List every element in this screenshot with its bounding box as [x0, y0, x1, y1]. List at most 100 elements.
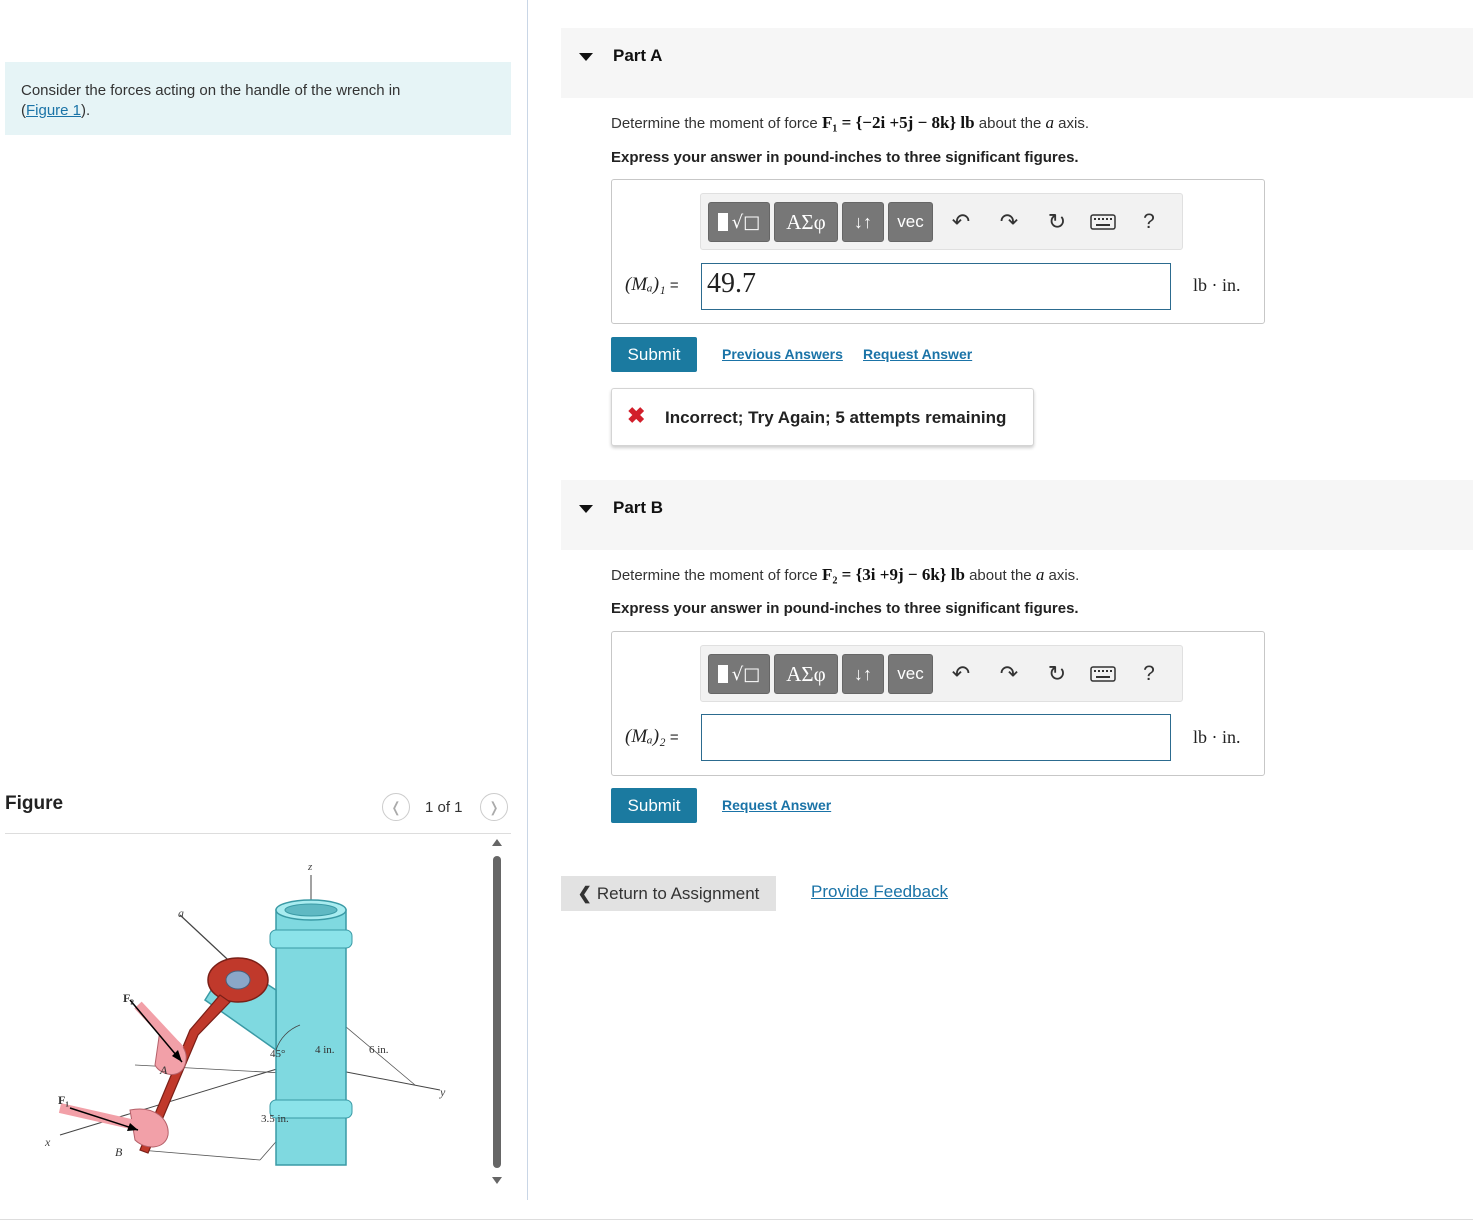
x-axis-label: x [44, 1135, 51, 1149]
part-a-answer-box: √□ ΑΣφ ↓↑ vec ↶ ↷ ↻ ? (Mₐ)₁ = 49.7 lb · … [611, 179, 1265, 324]
keyboard-icon[interactable] [1089, 660, 1117, 688]
part-b-unit: lb · in. [1193, 727, 1241, 747]
return-to-assignment-button[interactable]: ❮ Return to Assignment [561, 876, 776, 911]
arrows-button[interactable]: ↓↑ [842, 654, 884, 694]
vec-button[interactable]: vec [888, 654, 933, 694]
variable-symbol: (Mₐ)₁ [625, 274, 666, 295]
force-expression: F₂ = {3i +9j − 6k} lb [821, 565, 965, 584]
radical-icon: √□ [731, 211, 761, 233]
wrench-pipe-figure: z a F₂ F₁ A B x y 45° 4 in. 6 in. 3.5 in… [44, 861, 446, 1166]
scroll-down-arrow-icon[interactable] [492, 1177, 502, 1184]
provide-feedback-link[interactable]: Provide Feedback [811, 882, 948, 902]
part-b-question: Determine the moment of force F₂ = {3i +… [611, 565, 1079, 585]
dim-4in-label: 4 in. [315, 1044, 335, 1056]
part-a-title: Part A [613, 46, 663, 65]
undo-icon[interactable]: ↶ [947, 660, 975, 688]
math-toolbar: √□ ΑΣφ ↓↑ vec ↶ ↷ ↻ ? [700, 645, 1183, 702]
point-A-label: A [159, 1063, 168, 1077]
prev-figure-button[interactable]: ❬ [382, 793, 410, 821]
equals-sign: = [665, 729, 679, 746]
redo-icon[interactable]: ↷ [995, 660, 1023, 688]
part-a-request-answer-link[interactable]: Request Answer [863, 346, 972, 362]
part-a-instruction: Express your answer in pound-inches to t… [611, 149, 1079, 166]
part-b-answer-box: √□ ΑΣφ ↓↑ vec ↶ ↷ ↻ ? (Mₐ)₂ = lb · in. [611, 631, 1265, 776]
angle-label: 45° [270, 1048, 285, 1060]
reset-icon[interactable]: ↻ [1043, 660, 1071, 688]
part-a-answer-input[interactable]: 49.7 [701, 263, 1171, 310]
force-F2-arrow [129, 999, 183, 1063]
dim-35in-label: 3.5 in. [261, 1113, 289, 1125]
variable-symbol: (Mₐ)₂ [625, 726, 666, 747]
intro-paren-close: ). [81, 102, 91, 119]
part-a-question: Determine the moment of force F₁ = {−2i … [611, 113, 1089, 133]
page-bottom-border [0, 1219, 1473, 1220]
part-b-submit-button[interactable]: Submit [611, 788, 697, 823]
part-b-instruction: Express your answer in pound-inches to t… [611, 600, 1079, 617]
figure-heading: Figure [5, 793, 64, 814]
help-icon[interactable]: ? [1135, 208, 1163, 236]
collapse-triangle-icon[interactable] [579, 53, 593, 61]
chevron-right-icon: ❭ [488, 798, 500, 815]
F1-label: F₁ [58, 1093, 69, 1107]
question-prefix: Determine the moment of force [611, 115, 822, 132]
next-figure-button[interactable]: ❭ [480, 793, 508, 821]
template-block-icon [717, 213, 728, 231]
question-end: axis. [1044, 567, 1080, 584]
templates-button[interactable]: √□ [708, 202, 770, 242]
part-b-request-answer-link[interactable]: Request Answer [722, 797, 831, 813]
F2-label: F₂ [123, 991, 134, 1005]
column-divider [527, 0, 528, 1200]
templates-button[interactable]: √□ [708, 654, 770, 694]
a-axis-label: a [178, 906, 184, 920]
dim-line-2 [139, 1149, 261, 1161]
incorrect-x-icon: ✖ [627, 403, 646, 428]
part-a-submit-button[interactable]: Submit [611, 337, 697, 372]
previous-answers-link[interactable]: Previous Answers [722, 346, 843, 362]
keyboard-icon[interactable] [1089, 208, 1117, 236]
template-block-icon [717, 665, 728, 683]
intro-text: Consider the forces acting on the handle… [21, 81, 491, 121]
return-label: Return to Assignment [596, 883, 760, 903]
problem-intro: Consider the forces acting on the handle… [5, 62, 511, 135]
question-suffix: about the [964, 567, 1036, 584]
undo-icon[interactable]: ↶ [947, 208, 975, 236]
wrench-nut [225, 970, 251, 990]
figure-scrollbar-thumb[interactable] [493, 856, 501, 1168]
pipe-inner [284, 903, 338, 917]
dim-6in-label: 6 in. [369, 1044, 389, 1056]
greek-symbols-button[interactable]: ΑΣφ [774, 202, 838, 242]
feedback-message: Incorrect; Try Again; 5 attempts remaini… [665, 408, 1007, 427]
collapse-triangle-icon[interactable] [579, 505, 593, 513]
part-a-variable-label: (Mₐ)₁ = [625, 274, 679, 296]
vec-button[interactable]: vec [888, 202, 933, 242]
arrows-button[interactable]: ↓↑ [842, 202, 884, 242]
equals-sign: = [665, 277, 679, 294]
question-prefix: Determine the moment of force [611, 567, 822, 584]
part-b-answer-input[interactable] [701, 714, 1171, 761]
help-icon[interactable]: ? [1135, 660, 1163, 688]
scroll-up-arrow-icon[interactable] [492, 839, 502, 846]
z-axis-label: z [307, 861, 313, 873]
question-suffix: about the [974, 115, 1046, 132]
axis-name: a [1045, 113, 1055, 132]
pipe-collar-top [269, 929, 353, 949]
figure-link[interactable]: Figure 1 [26, 102, 81, 119]
part-a-unit: lb · in. [1193, 275, 1241, 295]
part-a-feedback: ✖ Incorrect; Try Again; 5 attempts remai… [611, 388, 1034, 446]
part-b-title: Part B [613, 498, 664, 517]
chevron-left-icon: ❮ [577, 883, 592, 903]
question-end: axis. [1054, 115, 1090, 132]
chevron-left-icon: ❬ [390, 798, 402, 815]
figure-page-indicator: 1 of 1 [425, 799, 463, 816]
intro-sentence: Consider the forces acting on the handle… [21, 82, 401, 99]
point-B-label: B [115, 1145, 123, 1159]
radical-icon: √□ [731, 663, 761, 685]
redo-icon[interactable]: ↷ [995, 208, 1023, 236]
force-expression: F₁ = {−2i +5j − 8k} lb [821, 113, 975, 132]
reset-icon[interactable]: ↻ [1043, 208, 1071, 236]
greek-symbols-button[interactable]: ΑΣφ [774, 654, 838, 694]
part-b-header[interactable]: Part B [561, 480, 1473, 550]
y-axis-label: y [439, 1085, 446, 1099]
part-b-variable-label: (Mₐ)₂ = [625, 726, 679, 748]
part-a-header[interactable]: Part A [561, 28, 1473, 98]
